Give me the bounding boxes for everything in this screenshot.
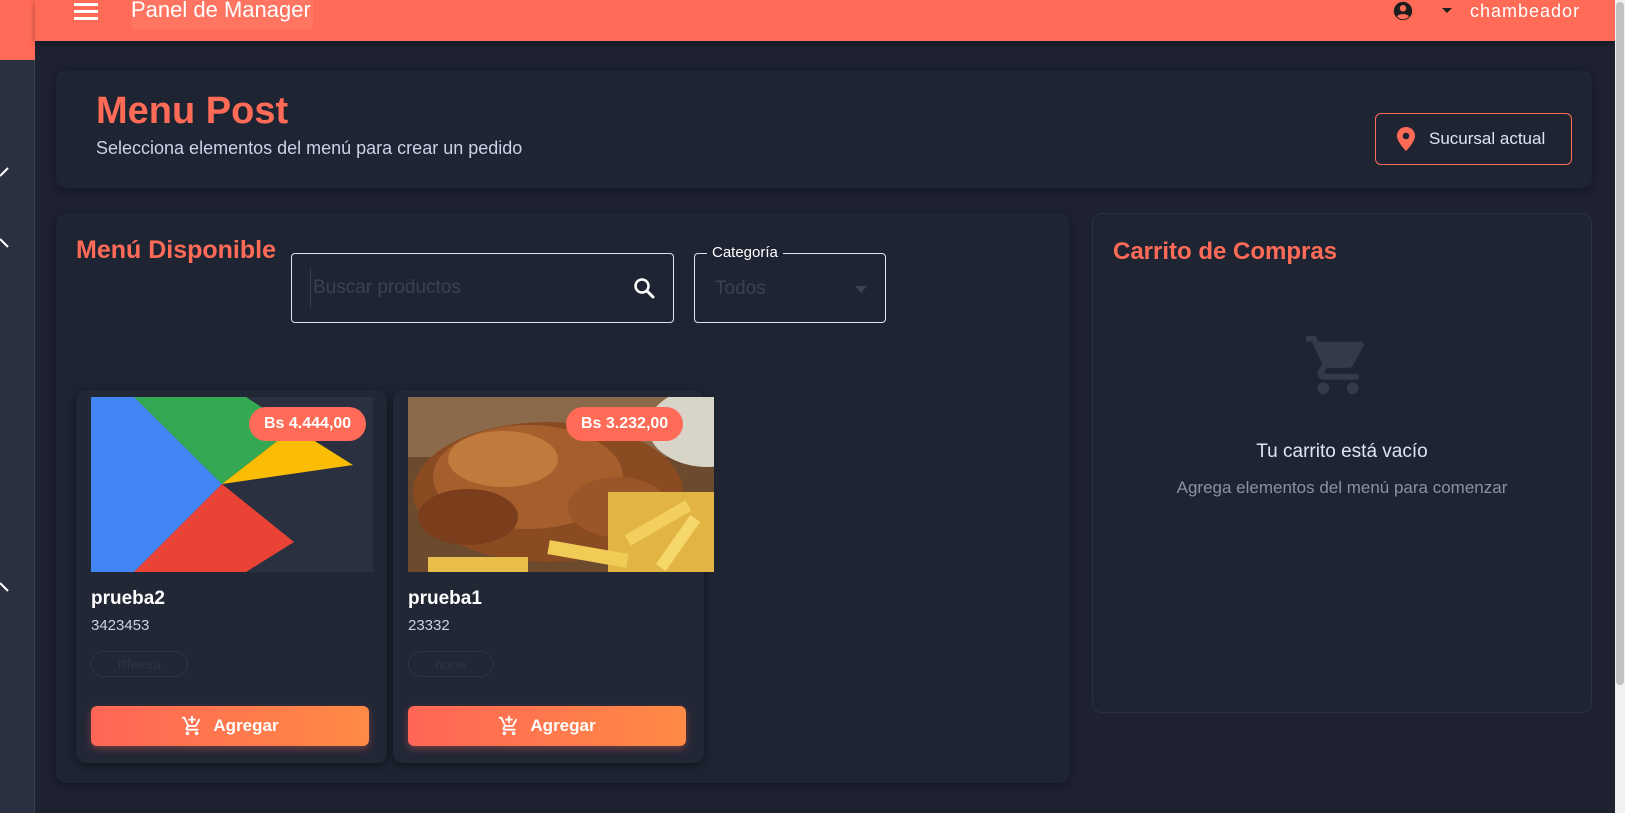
location-pin-icon (1397, 127, 1415, 151)
current-branch-label: Sucursal actual (1429, 129, 1546, 148)
price-badge: Bs 4.444,00 (249, 407, 367, 441)
add-to-cart-label: Agregar (530, 716, 596, 735)
add-to-cart-button[interactable]: Agregar (91, 706, 369, 746)
product-card[interactable]: Bs 4.444,00 prueba2 3423453 rtfeesa Agre… (76, 390, 387, 763)
add-shopping-cart-icon (182, 715, 201, 736)
scrollbar-thumb[interactable] (1616, 2, 1624, 685)
add-to-cart-button[interactable]: Agregar (408, 706, 686, 746)
caret-down-icon[interactable] (1442, 7, 1452, 15)
page-scrollbar[interactable] (1615, 0, 1625, 813)
price-badge: Bs 3.232,00 (566, 407, 684, 441)
page-title: Menu Post (96, 90, 289, 132)
search-field[interactable] (291, 253, 674, 323)
cart-empty-title: Tu carrito está vacío (1256, 441, 1428, 462)
page-header-card: Menu Post Selecciona elementos del menú … (56, 70, 1592, 188)
category-select[interactable]: Categoría Todos (694, 244, 886, 323)
hamburger-menu-icon[interactable] (73, 0, 99, 24)
current-branch-button[interactable]: Sucursal actual (1375, 113, 1572, 165)
chevron-up-icon[interactable] (0, 581, 12, 593)
side-rail-header (0, 0, 35, 60)
product-card[interactable]: Bs 3.232,00 prueba1 23332 none Agregar (393, 390, 714, 763)
product-category-tag: rtfeesa (91, 651, 188, 677)
product-code: 3423453 (91, 617, 150, 634)
app-root: Panel de Manager chambeador Menu Post Se… (0, 0, 1625, 813)
menu-section-title: Menú Disponible (76, 236, 276, 264)
shopping-cart-icon (1305, 335, 1364, 395)
account-circle-icon[interactable] (1392, 0, 1414, 22)
cart-empty-subtitle: Agrega elementos del menú para comenzar (1176, 478, 1508, 497)
search-input[interactable] (310, 268, 620, 308)
cart-title: Carrito de Compras (1113, 238, 1338, 265)
product-code: 23332 (408, 617, 450, 634)
chevron-icon[interactable] (0, 166, 12, 178)
side-rail (0, 0, 35, 813)
product-name: prueba2 (91, 588, 165, 609)
user-name[interactable]: chambeador (1470, 0, 1580, 22)
app-title: Panel de Manager (131, 0, 313, 30)
dropdown-arrow-icon (855, 286, 867, 293)
product-name: prueba1 (408, 588, 482, 609)
page-subtitle: Selecciona elementos del menú para crear… (96, 138, 523, 158)
add-to-cart-label: Agregar (213, 716, 279, 735)
category-value: Todos (715, 278, 766, 299)
top-app-bar: Panel de Manager chambeador (35, 0, 1615, 41)
add-shopping-cart-icon (499, 715, 518, 736)
chevron-up-icon[interactable] (0, 237, 12, 249)
cart-panel (1092, 213, 1592, 713)
category-label: Categoría (707, 244, 783, 261)
search-icon[interactable] (632, 276, 656, 300)
product-category-tag: none (408, 651, 494, 677)
